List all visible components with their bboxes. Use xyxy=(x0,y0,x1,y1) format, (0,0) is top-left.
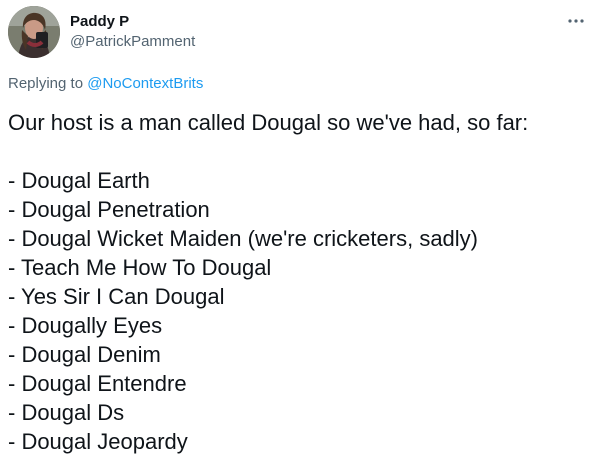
list-item: - Dougal Earth xyxy=(8,168,150,193)
list-item: - Dougally Eyes xyxy=(8,313,163,338)
author-display-name[interactable]: Paddy P xyxy=(70,12,195,32)
tweet-intro: Our host is a man called Dougal so we've… xyxy=(8,110,529,135)
avatar[interactable] xyxy=(8,6,60,58)
reply-mention-link[interactable]: @NoContextBrits xyxy=(87,75,203,92)
list-item: - Dougal Ds xyxy=(8,400,125,425)
list-item: - Dougal Entendre xyxy=(8,371,187,396)
list-item: - Dougal Penetration xyxy=(8,197,210,222)
list-item: - Dougal Denim xyxy=(8,342,161,367)
tweet-header: Paddy P @PatrickPamment xyxy=(8,6,592,62)
reply-context: Replying to @NoContextBrits xyxy=(8,74,203,94)
list-item: - Dougal Jeopardy xyxy=(8,429,188,454)
tweet-card: Paddy P @PatrickPamment Replying to @NoC… xyxy=(0,0,600,466)
list-item: - Dougal Wicket Maiden (we're cricketers… xyxy=(8,226,479,251)
author-names: Paddy P @PatrickPamment xyxy=(70,12,195,52)
author-handle[interactable]: @PatrickPamment xyxy=(70,32,195,52)
tweet-body: Our host is a man called Dougal so we've… xyxy=(8,108,592,456)
list-item: - Teach Me How To Dougal xyxy=(8,255,272,280)
avatar-photo xyxy=(8,6,60,58)
reply-prefix: Replying to xyxy=(8,75,84,92)
more-dots-icon[interactable] xyxy=(564,12,588,30)
list-item: - Yes Sir I Can Dougal xyxy=(8,284,225,309)
